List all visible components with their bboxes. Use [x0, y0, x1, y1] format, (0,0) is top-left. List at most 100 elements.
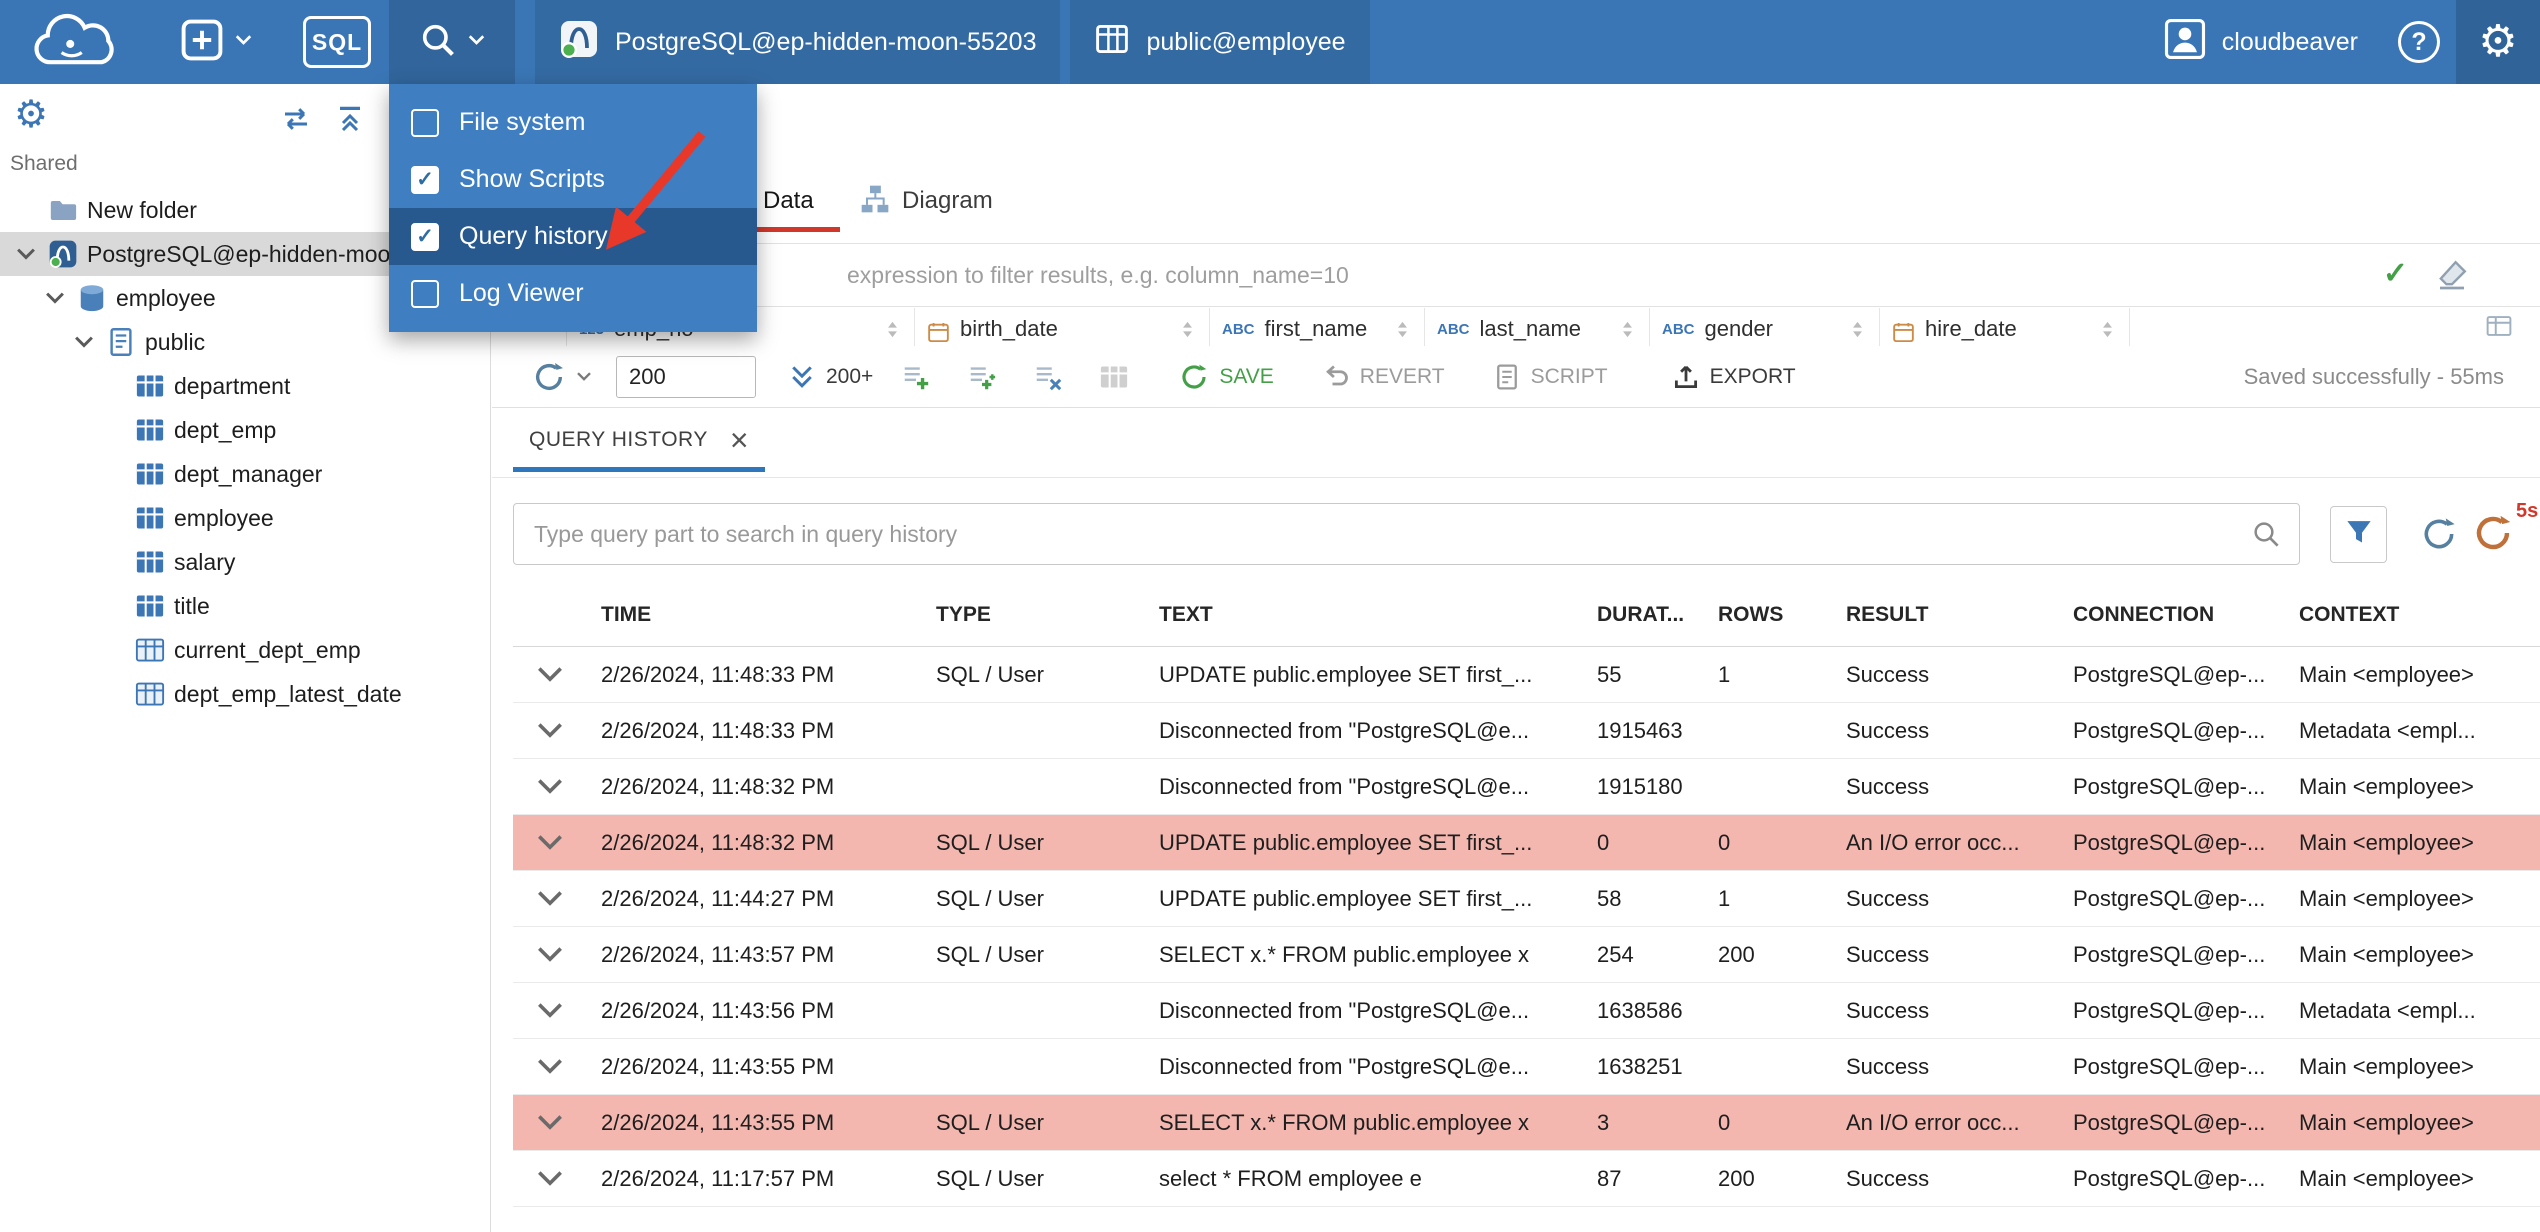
chevron-expanded-icon[interactable] [42, 291, 68, 305]
history-row[interactable]: 2/26/2024, 11:43:57 PM SQL / User SELECT x… [513, 927, 2540, 983]
grid-column-last-name[interactable]: ABC last_name [1425, 308, 1650, 346]
grid-column-first-name[interactable]: ABC first_name [1210, 308, 1425, 346]
row-expander-icon[interactable] [513, 889, 601, 908]
history-row[interactable]: 2/26/2024, 11:48:32 PM Disconnected from … [513, 759, 2540, 815]
clear-filter-icon[interactable] [2434, 257, 2470, 298]
tree-item-dept-emp-latest-date[interactable]: dept_emp_latest_date [0, 672, 490, 716]
tree-item-current-dept-emp[interactable]: current_dept_emp [0, 628, 490, 672]
tab-diagram[interactable]: Diagram [860, 170, 993, 232]
chevron-expanded-icon[interactable] [13, 247, 39, 261]
row-expander-icon[interactable] [513, 777, 601, 796]
sync-connection-icon[interactable] [280, 106, 312, 137]
row-expander-icon[interactable] [513, 1057, 601, 1076]
sort-icon[interactable] [1618, 320, 1637, 346]
grid-column-birth-date[interactable]: birth_date [915, 308, 1210, 346]
history-search-input[interactable] [514, 504, 2299, 564]
checkbox-checked-icon[interactable]: ✓ [411, 222, 439, 251]
menu-item-show-scripts[interactable]: ✓ Show Scripts [389, 151, 757, 208]
table-icon [135, 459, 165, 489]
tab-query-history[interactable]: QUERY HISTORY × [513, 408, 765, 472]
tools-menu-button[interactable] [389, 0, 515, 84]
menu-item-file-system[interactable]: File system [389, 94, 757, 151]
history-cell-connection: PostgreSQL@ep-... [2073, 1109, 2266, 1135]
help-button[interactable]: ? [2382, 21, 2456, 63]
sort-icon[interactable] [1178, 320, 1197, 346]
row-expander-icon[interactable] [513, 945, 601, 964]
history-row[interactable]: 2/26/2024, 11:17:57 PM SQL / User select *… [513, 1151, 2540, 1207]
sql-editor-button[interactable]: SQL [303, 16, 371, 68]
row-expander-icon[interactable] [513, 1113, 601, 1132]
history-autorefresh-icon[interactable] [2472, 512, 2514, 559]
connection-selector[interactable]: PostgreSQL@ep-hidden-moon-55203 [535, 0, 1061, 84]
history-cell-context: Main <employee> [2299, 773, 2474, 799]
history-row[interactable]: 2/26/2024, 11:43:55 PM SQL / User SELECT x… [513, 1095, 2540, 1151]
grid-column-gender[interactable]: ABC gender [1650, 308, 1880, 346]
tree-item-dept-manager[interactable]: dept_manager [0, 452, 490, 496]
script-button[interactable]: SCRIPT [1493, 363, 1608, 391]
history-header-durat[interactable]: DURAT... [1597, 603, 1718, 627]
history-header-type[interactable]: TYPE [936, 603, 1159, 627]
result-filter-input[interactable] [492, 244, 2375, 306]
fetch-all-button[interactable]: 200+ [788, 363, 873, 391]
history-row[interactable]: 2/26/2024, 11:48:32 PM SQL / User UPDATE p… [513, 815, 2540, 871]
revert-button[interactable]: REVERT [1322, 363, 1445, 391]
row-expander-icon[interactable] [513, 1001, 601, 1020]
row-expander-icon[interactable] [513, 1169, 601, 1188]
collapse-all-icon[interactable] [336, 104, 364, 137]
tree-item-department[interactable]: department [0, 364, 490, 408]
row-expander-icon[interactable] [513, 721, 601, 740]
checkbox-unchecked-icon[interactable] [411, 279, 439, 308]
row-expander-icon[interactable] [513, 665, 601, 684]
history-header-time[interactable]: TIME [601, 603, 936, 627]
history-header-result[interactable]: RESULT [1846, 603, 2073, 627]
row-limit-input[interactable] [616, 355, 756, 398]
tree-item-title[interactable]: title [0, 584, 490, 628]
history-filter-button[interactable] [2330, 506, 2387, 563]
user-menu[interactable]: cloudbeaver [2140, 0, 2382, 84]
apply-filter-icon[interactable]: ✓ [2383, 256, 2408, 291]
menu-item-query-history[interactable]: ✓ Query history [389, 208, 757, 265]
checkbox-checked-icon[interactable]: ✓ [411, 165, 439, 194]
history-row[interactable]: 2/26/2024, 11:44:27 PM SQL / User UPDATE p… [513, 871, 2540, 927]
export-button[interactable]: EXPORT [1672, 363, 1796, 391]
tree-item-dept-emp[interactable]: dept_emp [0, 408, 490, 452]
grid-menu-icon[interactable] [2486, 313, 2512, 344]
tree-item-salary[interactable]: salary [0, 540, 490, 584]
tree-item-label: salary [174, 548, 236, 575]
chevron-expanded-icon[interactable] [71, 335, 97, 349]
schema-selector[interactable]: public@employee [1070, 0, 1370, 84]
history-cell-text: SELECT x.* FROM public.employee x [1159, 941, 1530, 967]
history-cell-time: 2/26/2024, 11:43:55 PM [601, 1109, 835, 1135]
navigator-settings-icon[interactable]: ⚙ [14, 96, 48, 134]
checkbox-unchecked-icon[interactable] [411, 108, 439, 137]
history-header-text[interactable]: TEXT [1159, 603, 1597, 627]
history-cell-rows: 200 [1718, 941, 1755, 967]
history-header-rows[interactable]: ROWS [1718, 603, 1846, 627]
history-refresh-icon[interactable] [2420, 515, 2458, 558]
sort-icon[interactable] [1848, 320, 1867, 346]
history-row[interactable]: 2/26/2024, 11:48:33 PM SQL / User UPDATE p… [513, 647, 2540, 703]
history-header-context[interactable]: CONTEXT [2299, 603, 2540, 627]
new-object-button[interactable] [173, 0, 259, 84]
grid-column-hire-date[interactable]: hire_date [1880, 308, 2130, 346]
delete-row-icon[interactable] [1033, 362, 1063, 392]
row-expander-icon[interactable] [513, 833, 601, 852]
close-icon[interactable]: × [730, 424, 749, 456]
history-row[interactable]: 2/26/2024, 11:48:33 PM Disconnected from … [513, 703, 2540, 759]
history-header-connection[interactable]: CONNECTION [2073, 603, 2299, 627]
add-row-icon[interactable] [901, 362, 931, 392]
sort-icon[interactable] [883, 320, 902, 346]
sort-icon[interactable] [1393, 320, 1412, 346]
save-button[interactable]: SAVE [1179, 362, 1274, 392]
settings-button[interactable]: ⚙ [2456, 0, 2540, 84]
sort-icon[interactable] [2098, 320, 2117, 346]
duplicate-row-icon[interactable] [967, 362, 997, 392]
refresh-button[interactable] [532, 360, 592, 394]
history-row[interactable]: 2/26/2024, 11:43:56 PM Disconnected from … [513, 983, 2540, 1039]
cloudbeaver-logo[interactable] [26, 11, 126, 78]
history-row[interactable]: 2/26/2024, 11:43:55 PM Disconnected from … [513, 1039, 2540, 1095]
save-label: SAVE [1219, 364, 1274, 388]
tree-item-employee[interactable]: employee [0, 496, 490, 540]
grid-view-icon[interactable] [1099, 362, 1129, 392]
menu-item-log-viewer[interactable]: Log Viewer [389, 265, 757, 322]
